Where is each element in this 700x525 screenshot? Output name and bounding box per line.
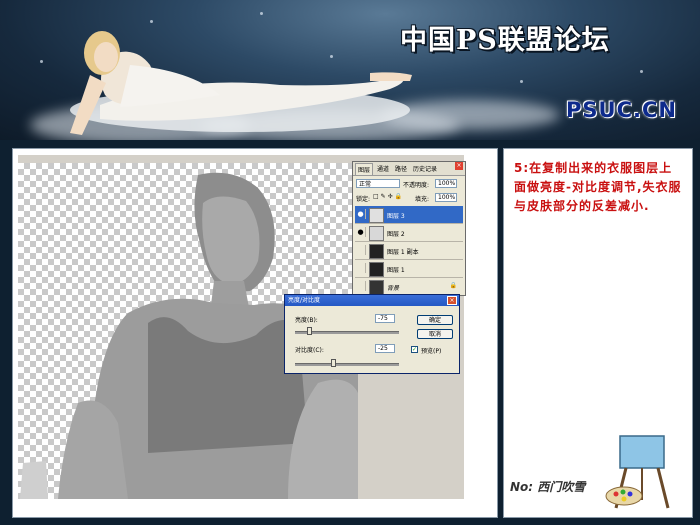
tab-paths[interactable]: 路径: [393, 163, 409, 174]
site-logo: PSUC.CN: [566, 98, 677, 122]
cancel-button[interactable]: 取消: [417, 329, 453, 339]
banner: 中国PS联盟论坛 PSUC.CN: [0, 0, 700, 140]
palette-tabs: 图层 通道 路径 历史记录 ×: [353, 162, 465, 176]
layer-thumbnail: [369, 244, 384, 259]
dialog-title: 亮度/对比度: [288, 297, 321, 304]
layer-thumbnail: [369, 226, 384, 241]
tab-channels[interactable]: 通道: [375, 163, 391, 174]
brightness-label: 亮度(B):: [295, 317, 318, 324]
star-decoration: [520, 80, 523, 83]
lock-label: 锁定:: [356, 196, 371, 203]
author-signature: No: 西门吹雪: [510, 480, 586, 494]
eye-icon[interactable]: [356, 281, 366, 291]
ok-button[interactable]: 确定: [417, 315, 453, 325]
tab-history[interactable]: 历史记录: [411, 163, 439, 174]
contrast-slider-thumb[interactable]: [331, 359, 336, 367]
step-instruction: 5:在复制出来的衣服图层上面做亮度-对比度调节,失衣服与皮肤部分的反差减小.: [514, 161, 682, 213]
close-icon[interactable]: ×: [455, 162, 463, 170]
easel-palette-icon: [605, 435, 670, 509]
close-icon[interactable]: ×: [447, 296, 457, 305]
layer-row[interactable]: 图层 1: [355, 260, 463, 278]
layer-thumbnail: [369, 208, 384, 223]
star-decoration: [640, 70, 643, 73]
eye-icon[interactable]: ●: [356, 227, 366, 237]
eye-icon[interactable]: [356, 245, 366, 255]
brightness-slider-thumb[interactable]: [307, 327, 312, 335]
lock-icon: 🔒: [449, 282, 457, 289]
layer-name: 图层 1: [387, 267, 405, 274]
brightness-input[interactable]: -75: [375, 314, 395, 323]
layer-row[interactable]: ● 图层 3: [355, 206, 463, 224]
fill-label: 填充:: [415, 196, 430, 203]
opacity-input[interactable]: 100%: [435, 179, 457, 188]
layer-thumbnail: [369, 280, 384, 295]
blend-mode-select[interactable]: 正常: [356, 179, 400, 188]
layer-row[interactable]: ● 图层 2: [355, 224, 463, 242]
contrast-input[interactable]: -25: [375, 344, 395, 353]
opacity-label: 不透明度:: [403, 182, 430, 189]
tab-layers[interactable]: 图层: [355, 163, 374, 175]
preview-checkbox[interactable]: ✓: [411, 346, 418, 353]
layer-thumbnail: [369, 262, 384, 277]
lock-icons[interactable]: □✎✢🔒: [373, 193, 404, 200]
eye-icon[interactable]: [356, 263, 366, 273]
layer-row[interactable]: 背景 🔒: [355, 278, 463, 295]
dialog-titlebar[interactable]: 亮度/对比度 ×: [285, 295, 459, 306]
contrast-label: 对比度(C):: [295, 347, 324, 354]
eye-icon[interactable]: ●: [356, 209, 366, 219]
layer-row[interactable]: 图层 1 副本: [355, 242, 463, 260]
contrast-slider-track[interactable]: [295, 363, 399, 366]
layer-name: 图层 2: [387, 231, 405, 238]
layer-name: 背景: [387, 285, 400, 292]
brightness-contrast-dialog: 亮度/对比度 × 亮度(B): -75 对比度(C): -25 确定 取消 ✓ …: [284, 294, 460, 374]
layers-palette: 图层 通道 路径 历史记录 × 正常 不透明度: 100% 锁定: □✎✢🔒 填…: [352, 161, 466, 296]
fill-input[interactable]: 100%: [435, 193, 457, 202]
layer-name: 图层 3: [387, 213, 405, 220]
banner-title: 中国PS联盟论坛: [400, 25, 610, 56]
preview-label: 预览(P): [421, 348, 442, 355]
reclining-woman-illustration: [70, 31, 412, 135]
layer-name: 图层 1 副本: [387, 249, 419, 256]
